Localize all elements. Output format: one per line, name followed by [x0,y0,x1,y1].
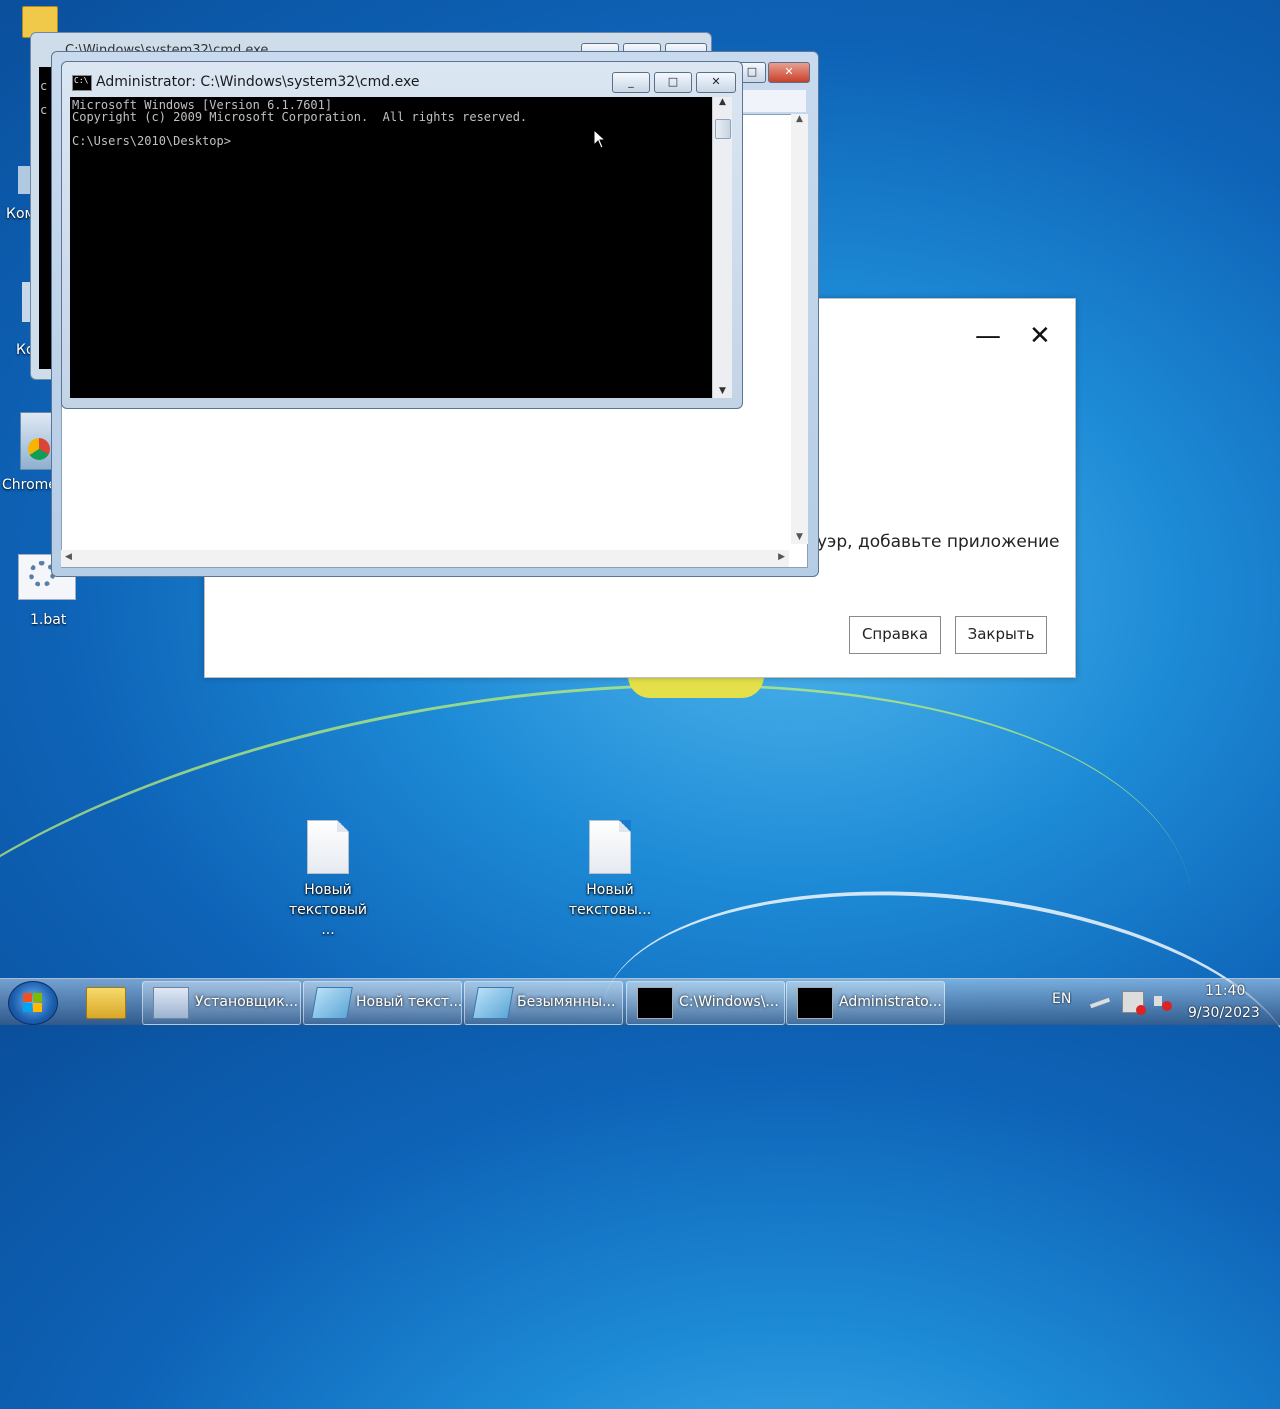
notepad-icon [311,987,353,1019]
mouse-pointer-icon [593,129,607,149]
taskbar-button-cmd-2[interactable]: Administrato... [786,981,945,1025]
cmd-close-button[interactable]: ✕ [696,72,736,93]
cmd-icon [637,987,673,1019]
windows-logo-icon [23,993,43,1013]
scroll-right-arrow-icon[interactable]: ▶ [778,552,785,562]
taskbar-button-notepad-1[interactable]: Новый текст... [303,981,462,1025]
taskbar-button-label: C:\Windows\... [679,994,779,1010]
cmd-vertical-scrollbar[interactable]: ▲ ▼ [712,97,732,398]
wallpaper-logo [628,676,764,698]
taskbar-button-installer[interactable]: Установщик... [142,981,301,1025]
computer-icon[interactable] [18,166,30,194]
scroll-down-arrow-icon[interactable]: ▼ [713,386,732,396]
scroll-up-arrow-icon[interactable]: ▲ [791,114,808,124]
np-horizontal-scrollbar[interactable]: ◀ ▶ [61,550,789,567]
cmd-icon: C:\ [72,75,92,91]
chrome-installer-icon[interactable] [16,412,54,470]
notepad-icon [472,987,514,1019]
text-file-icon [307,820,349,874]
dialog-close-icon[interactable]: ✕ [1029,321,1051,351]
taskbar-button-label: Новый текст... [356,994,463,1010]
clock-date[interactable]: 9/30/2023 [1188,1005,1260,1021]
taskbar-button-label: Установщик... [195,994,299,1010]
cmd-console-output[interactable]: Microsoft Windows [Version 6.1.7601] Cop… [70,97,712,398]
start-button[interactable] [8,981,58,1025]
desktop-icon-label-bat[interactable]: 1.bat [30,612,66,628]
close-button[interactable]: Закрыть [955,616,1047,654]
scroll-thumb[interactable] [715,119,731,139]
desktop-file-label: Новый текстовы... [568,882,652,918]
np-close-button[interactable]: ✕ [768,62,810,83]
cmd-window[interactable]: C:\ Administrator: C:\Windows\system32\c… [61,61,743,409]
taskbar-button-cmd-1[interactable]: C:\Windows\... [626,981,785,1025]
help-button[interactable]: Справка [849,616,941,654]
desktop-file-new-text-1[interactable]: Новый текстовый ... [283,820,373,940]
volume-muted-icon[interactable] [1152,991,1172,1011]
text-file-icon [589,820,631,874]
installer-icon [153,987,189,1019]
console-fragment: c [40,79,48,93]
cmd-icon [797,987,833,1019]
np-vertical-scrollbar[interactable]: ▲ ▼ [791,114,808,544]
dialog-minimize-button[interactable]: — [975,321,1001,351]
desktop-file-new-text-2[interactable]: Новый текстовы... [565,820,655,920]
scroll-up-arrow-icon[interactable]: ▲ [713,97,732,107]
console-fragment: c [40,103,48,117]
cmd-window-title: Administrator: C:\Windows\system32\cmd.e… [96,74,420,90]
taskbar-button-label: Безымянны... [517,994,616,1010]
network-icon[interactable] [1089,995,1111,1009]
scroll-left-arrow-icon[interactable]: ◀ [65,552,72,562]
taskbar-button-notepad-2[interactable]: Безымянны... [464,981,623,1025]
desktop-file-label: Новый текстовый ... [288,882,368,938]
cmd-minimize-button[interactable]: _ [612,72,650,93]
dialog-message: уэр, добавьте приложение [817,532,1060,552]
language-indicator[interactable]: EN [1052,991,1071,1007]
action-center-icon[interactable] [1122,991,1146,1015]
clock-time[interactable]: 11:40 [1205,983,1245,999]
explorer-taskbar-button[interactable] [80,981,134,1023]
taskbar: Установщик... Новый текст... Безымянны..… [0,978,1280,1025]
cmd-maximize-button[interactable]: □ [654,72,692,93]
taskbar-button-label: Administrato... [839,994,942,1010]
desktop-icon-label-chrome[interactable]: Chrome [2,477,57,493]
folder-icon [86,987,126,1019]
scroll-down-arrow-icon[interactable]: ▼ [791,532,808,542]
